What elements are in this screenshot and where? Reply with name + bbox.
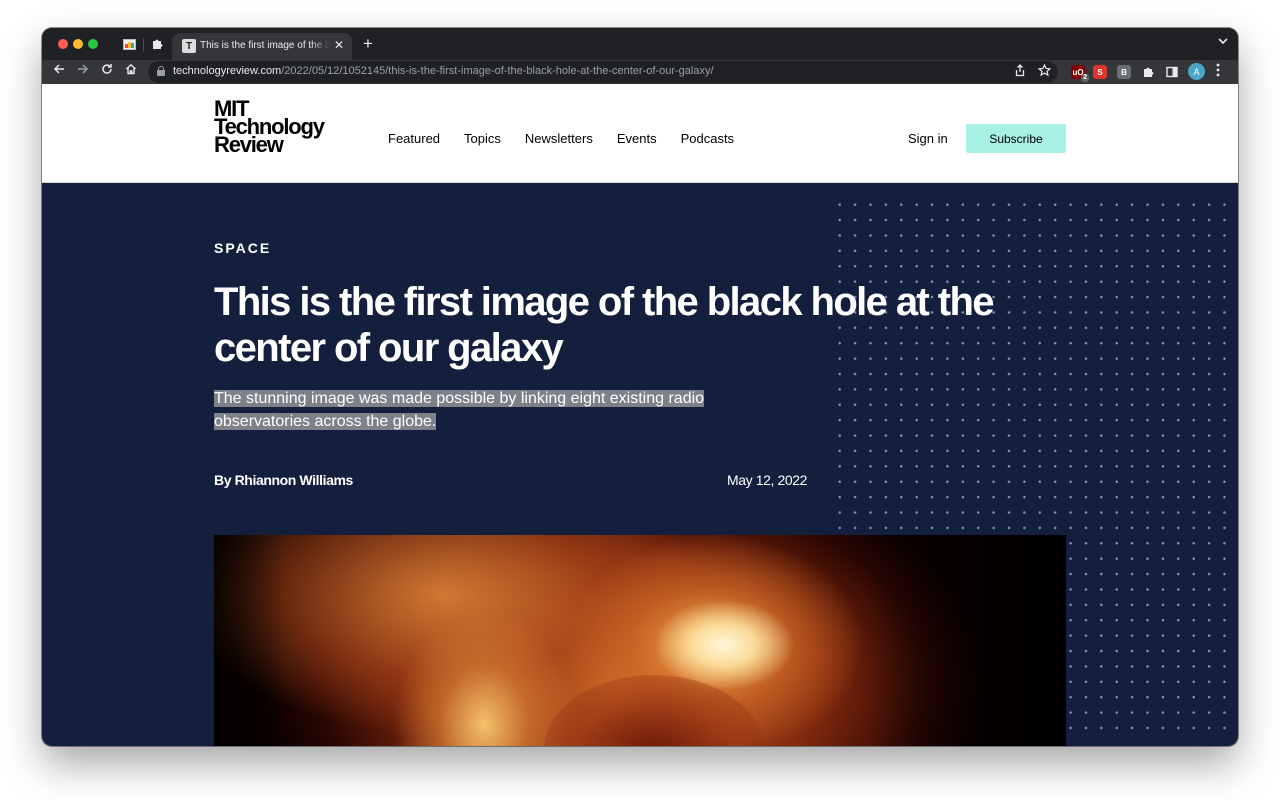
new-tab-button[interactable]: + <box>363 34 373 54</box>
tab-search-chevron-icon[interactable] <box>1218 36 1228 48</box>
home-icon[interactable] <box>122 63 140 78</box>
article-byline[interactable]: By Rhiannon Williams <box>214 472 353 488</box>
article-category[interactable]: SPACE <box>214 240 271 256</box>
article-dek: The stunning image was made possible by … <box>214 387 754 433</box>
image-edge-fade-right <box>866 535 1066 746</box>
reload-icon[interactable] <box>98 63 116 78</box>
article-date: May 12, 2022 <box>727 472 808 488</box>
profile-avatar[interactable]: A <box>1188 63 1205 80</box>
browser-window: T This is the first image of the black h… <box>42 28 1238 746</box>
ublock-icon[interactable]: uO 2 <box>1071 65 1089 82</box>
image-edge-fade-left <box>214 535 284 746</box>
back-arrow-icon[interactable] <box>50 63 68 78</box>
bookmark-star-icon[interactable] <box>1037 63 1052 80</box>
close-window-button[interactable] <box>58 39 68 49</box>
lock-icon[interactable] <box>157 66 165 76</box>
article-dek-text: The stunning image was made possible by … <box>214 390 705 430</box>
ublock-badge: 2 <box>1081 74 1089 82</box>
nav-featured[interactable]: Featured <box>388 131 440 146</box>
nav-topics[interactable]: Topics <box>464 131 501 146</box>
close-tab-icon[interactable]: ✕ <box>334 38 344 52</box>
extensions-puzzle-icon[interactable] <box>1141 65 1155 79</box>
main-nav: Featured Topics Newsletters Events Podca… <box>388 131 758 146</box>
mit-technology-review-logo[interactable]: MIT Technology Review <box>214 98 354 156</box>
sign-in-link[interactable]: Sign in <box>908 131 948 146</box>
url-text[interactable]: technologyreview.com/2022/05/12/1052145/… <box>173 65 714 77</box>
tab-title: This is the first image of the black hol… <box>200 40 330 51</box>
site-header: MIT Technology Review Featured Topics Ne… <box>42 84 1238 183</box>
tab-active-article[interactable]: T This is the first image of the black h… <box>172 33 352 60</box>
pinned-tab-puzzle-icon[interactable] <box>150 37 164 51</box>
b-extension-icon[interactable]: B <box>1117 65 1131 79</box>
s-extension-icon[interactable]: S <box>1093 65 1107 79</box>
page-viewport: MIT Technology Review Featured Topics Ne… <box>42 84 1238 746</box>
side-panel-icon[interactable] <box>1165 65 1179 79</box>
article-headline: This is the first image of the black hol… <box>214 280 995 370</box>
subscribe-button[interactable]: Subscribe <box>966 124 1066 153</box>
nav-newsletters[interactable]: Newsletters <box>525 131 593 146</box>
tab-strip: T This is the first image of the black h… <box>42 28 1238 60</box>
forward-arrow-icon[interactable] <box>74 63 92 78</box>
address-bar[interactable]: technologyreview.com/2022/05/12/1052145/… <box>148 61 1058 83</box>
minimize-window-button[interactable] <box>73 39 83 49</box>
share-icon[interactable] <box>1014 64 1026 80</box>
black-hole-image <box>214 535 1066 746</box>
url-path: /2022/05/12/1052145/this-is-the-first-im… <box>281 65 714 77</box>
url-host: technologyreview.com <box>173 65 282 77</box>
nav-podcasts[interactable]: Podcasts <box>681 131 734 146</box>
browser-toolbar: technologyreview.com/2022/05/12/1052145/… <box>42 60 1238 84</box>
article-hero: SPACE This is the first image of the bla… <box>42 183 1238 746</box>
technology-review-favicon-icon: T <box>182 39 196 53</box>
tab-separator <box>143 38 144 52</box>
browser-menu-icon[interactable] <box>1216 63 1220 80</box>
pinned-tab-photos-icon[interactable] <box>122 37 136 51</box>
nav-events[interactable]: Events <box>617 131 657 146</box>
zoom-window-button[interactable] <box>88 39 98 49</box>
